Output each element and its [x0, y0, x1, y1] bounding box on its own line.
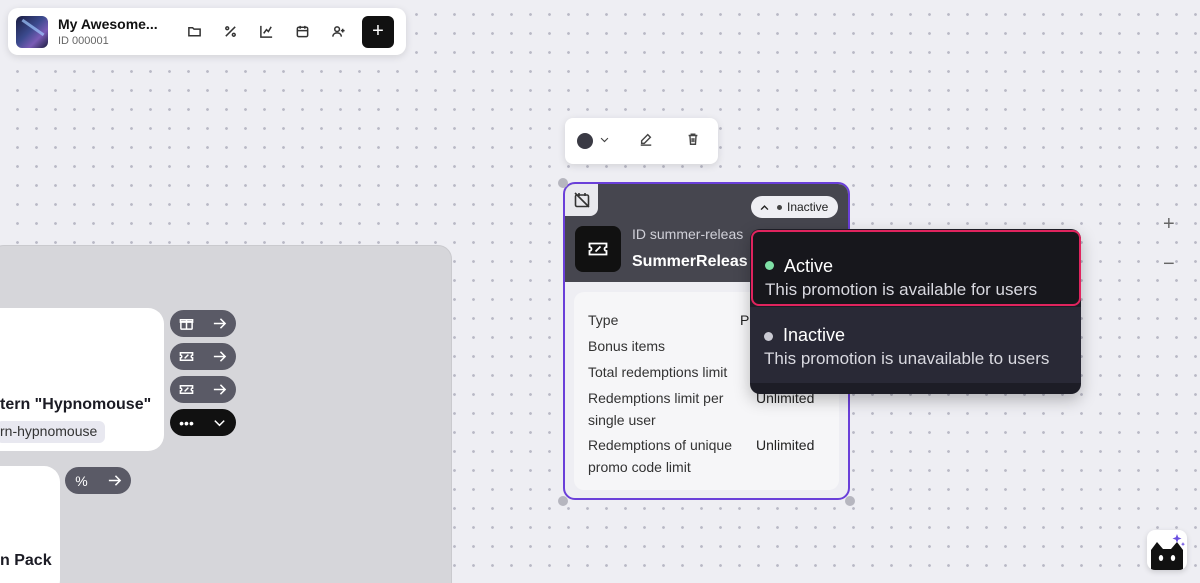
calendar-off-icon[interactable] — [565, 184, 598, 216]
ticket-node-button[interactable] — [170, 343, 236, 370]
option-title: Active — [784, 256, 834, 276]
row-value-type: P — [740, 312, 750, 328]
arrow-right-icon — [203, 349, 236, 364]
resize-handle[interactable] — [558, 178, 568, 188]
more-icon: ••• — [179, 414, 194, 431]
ticket-icon — [170, 349, 203, 364]
chevron-down-icon[interactable] — [599, 132, 613, 150]
project-title-block[interactable]: My Awesome... ID 000001 — [58, 16, 176, 47]
arrow-right-icon — [98, 473, 131, 488]
resize-handle[interactable] — [845, 496, 855, 506]
gift-node-button[interactable] — [170, 310, 236, 337]
project-id: ID 000001 — [58, 35, 109, 47]
project-thumbnail[interactable] — [16, 15, 48, 48]
item-card-tag: rn-hypnomouse — [0, 421, 106, 443]
ticket-node-button-2[interactable] — [170, 376, 236, 403]
more-node-button[interactable]: ••• — [170, 409, 236, 436]
row-label-bonus-items: Bonus items — [588, 338, 666, 354]
trash-icon[interactable] — [686, 132, 700, 151]
option-title: Inactive — [783, 325, 846, 345]
ticket-icon — [170, 382, 203, 397]
calendar-icon[interactable] — [284, 16, 320, 48]
item-card-title: tern "Hypnomouse" — [0, 396, 152, 413]
chevron-down-icon — [203, 415, 236, 430]
item-card-2-title: n Pack — [0, 552, 52, 569]
promotion-id: ID summer-releas — [632, 226, 744, 242]
percent-node-button[interactable]: % — [65, 467, 131, 494]
chart-icon[interactable] — [248, 16, 284, 48]
resize-handle[interactable] — [558, 496, 568, 506]
active-dot — [765, 261, 774, 270]
add-user-icon[interactable] — [320, 16, 356, 48]
project-title: My Awesome... — [58, 16, 158, 32]
arrow-right-icon — [203, 316, 236, 331]
folder-icon[interactable] — [176, 16, 212, 48]
option-description: This promotion is available for users — [765, 280, 1038, 299]
row-label-type: Type — [588, 312, 619, 328]
promotion-name: SummerReleas — [632, 253, 748, 270]
row-value-unique-codes: Unlimited — [756, 437, 815, 453]
cat-bot-icon — [1151, 534, 1186, 570]
edit-icon[interactable] — [639, 132, 653, 151]
arrow-right-icon — [203, 382, 236, 397]
row-label-unique-codes: Redemptions of unique promo code limit — [588, 437, 732, 475]
inactive-dot — [764, 332, 773, 341]
status-dot — [777, 204, 782, 210]
row-label-redemptions-per-user: Redemptions limit per single user — [588, 390, 724, 428]
status-dropdown[interactable]: Inactive — [751, 196, 838, 218]
node-mini-toolbar — [565, 118, 718, 164]
option-description: This promotion is unavailable to users — [764, 349, 1050, 368]
assistant-bot-button[interactable] — [1147, 530, 1187, 570]
zoom-out-button[interactable]: − — [1163, 253, 1175, 276]
status-dropdown-menu: Active This promotion is available for u… — [750, 229, 1081, 394]
percent-icon[interactable] — [212, 16, 248, 48]
status-option-inactive[interactable]: Inactive This promotion is unavailable t… — [750, 307, 1081, 383]
status-option-active[interactable]: Active This promotion is available for u… — [751, 230, 1081, 306]
add-button[interactable]: + — [362, 15, 394, 48]
zoom-in-button[interactable]: + — [1163, 213, 1175, 236]
chevron-up-icon — [760, 204, 769, 210]
ticket-icon — [575, 226, 621, 272]
percent-icon: % — [75, 472, 88, 489]
row-label-total-redemptions: Total redemptions limit — [588, 364, 728, 380]
color-picker[interactable] — [577, 133, 593, 149]
top-toolbar: My Awesome... ID 000001 + — [8, 8, 406, 55]
gift-icon — [170, 316, 203, 331]
status-label: Inactive — [787, 200, 829, 214]
